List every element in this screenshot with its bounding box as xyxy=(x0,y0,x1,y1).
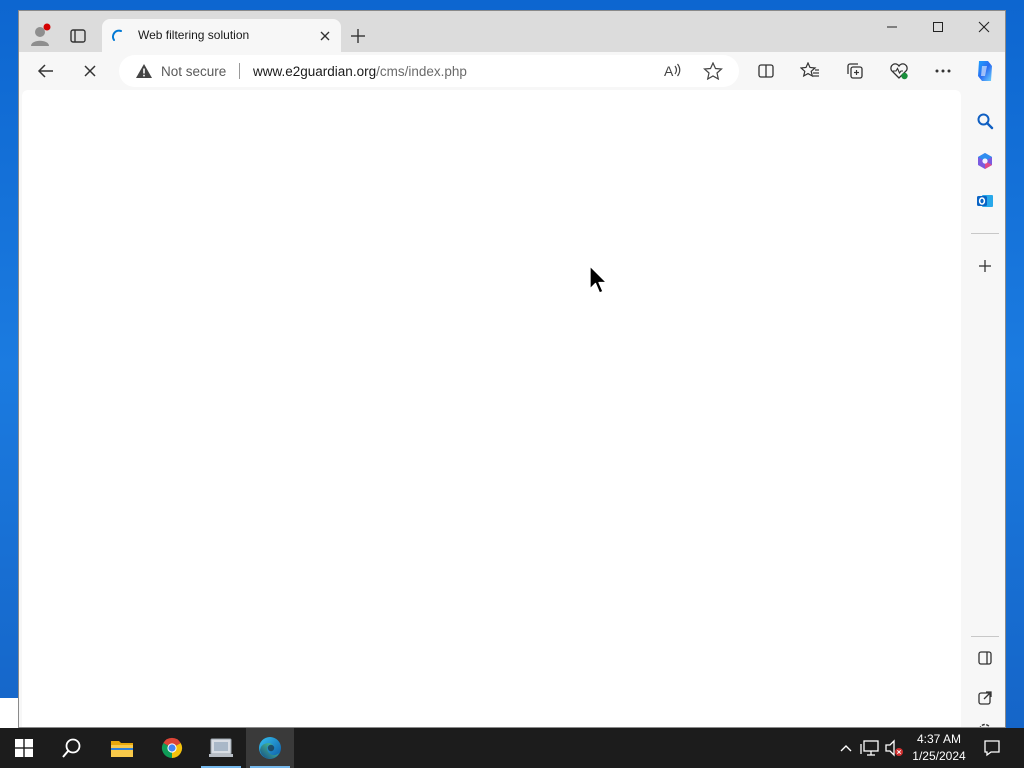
stop-loading-icon[interactable] xyxy=(80,61,100,81)
read-aloud-icon[interactable]: A xyxy=(663,62,683,80)
tab-active[interactable]: Web filtering solution xyxy=(102,19,341,53)
maximize-button[interactable] xyxy=(915,11,961,43)
browser-essentials-icon[interactable] xyxy=(889,61,909,81)
add-icon[interactable] xyxy=(975,256,995,276)
page-content xyxy=(22,90,961,727)
chrome-icon[interactable] xyxy=(148,728,196,768)
volume-muted-icon[interactable] xyxy=(884,738,904,758)
background-window xyxy=(0,698,20,728)
search-icon[interactable] xyxy=(48,728,96,768)
svg-text:A: A xyxy=(664,63,674,79)
split-screen-icon[interactable] xyxy=(756,61,776,81)
sidebar-divider xyxy=(971,233,999,234)
taskbar: 4:37 AM 1/25/2024 xyxy=(0,728,1024,768)
toolbar: Not secure www.e2guardian.org/cms/index.… xyxy=(19,52,1005,90)
search-icon[interactable] xyxy=(975,111,995,131)
close-window-button[interactable] xyxy=(961,11,1005,43)
m365-icon[interactable] xyxy=(975,151,995,171)
clock[interactable]: 4:37 AM 1/25/2024 xyxy=(906,731,972,765)
clock-date: 1/25/2024 xyxy=(912,749,966,763)
star-icon[interactable] xyxy=(703,61,723,81)
tab-title: Web filtering solution xyxy=(138,28,250,42)
collections-icon[interactable] xyxy=(845,61,865,81)
outlook-icon[interactable] xyxy=(975,191,995,211)
back-arrow-icon[interactable] xyxy=(36,61,56,81)
file-explorer-icon[interactable] xyxy=(98,728,146,768)
clock-time: 4:37 AM xyxy=(916,732,962,746)
url-text[interactable]: www.e2guardian.org/cms/index.php xyxy=(253,64,467,79)
security-status[interactable]: Not secure xyxy=(161,64,226,79)
copilot-icon[interactable] xyxy=(972,58,998,84)
title-bar: Web filtering solution xyxy=(19,11,1005,53)
sidebar-toggle-icon[interactable] xyxy=(975,648,995,668)
settings-icon[interactable] xyxy=(975,720,995,727)
sidebar-divider xyxy=(971,636,999,637)
loading-spinner-icon xyxy=(111,29,126,43)
mouse-cursor-icon xyxy=(589,265,609,297)
profile-icon[interactable] xyxy=(29,23,51,47)
edge-sidebar xyxy=(963,90,1005,727)
notifications-icon[interactable] xyxy=(982,738,1002,758)
favorites-icon[interactable] xyxy=(800,61,820,81)
url-path: /cms/index.php xyxy=(376,64,467,79)
app-icon[interactable] xyxy=(197,728,245,768)
minimize-button[interactable] xyxy=(869,11,915,43)
windows-start-icon[interactable] xyxy=(0,728,48,768)
network-icon[interactable] xyxy=(860,738,880,758)
browser-window: Web filtering solution Not secure www.e2… xyxy=(18,10,1006,728)
warning-icon[interactable] xyxy=(135,63,153,79)
tab-actions-icon[interactable] xyxy=(68,26,88,46)
url-host: www.e2guardian.org xyxy=(253,64,377,79)
edge-icon[interactable] xyxy=(246,728,294,768)
close-tab-icon[interactable] xyxy=(318,29,332,43)
address-divider xyxy=(239,63,240,79)
new-tab-icon[interactable] xyxy=(349,27,367,45)
open-external-icon[interactable] xyxy=(975,688,995,708)
more-icon[interactable] xyxy=(933,61,953,81)
chevron-up-icon[interactable] xyxy=(836,738,856,758)
address-bar[interactable]: Not secure www.e2guardian.org/cms/index.… xyxy=(119,55,739,87)
